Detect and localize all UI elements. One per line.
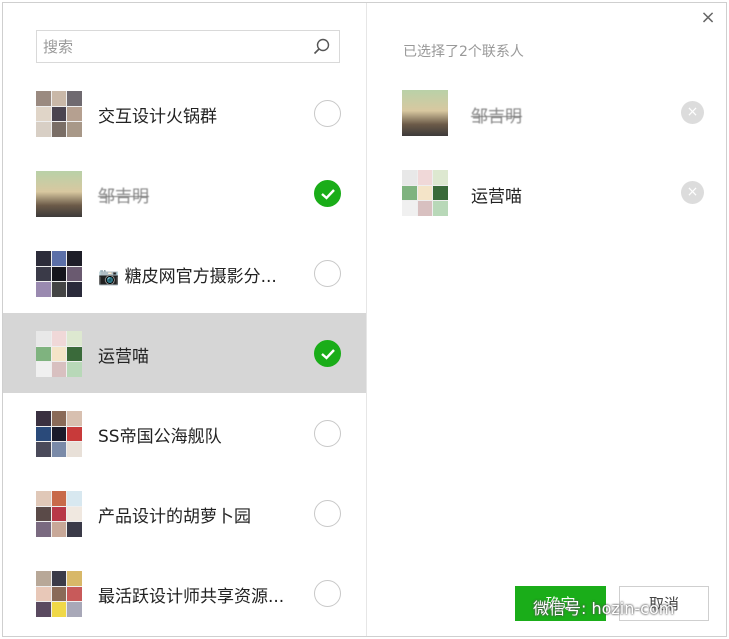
select-checkbox[interactable]: [314, 100, 341, 127]
person-avatar-icon: [402, 90, 448, 136]
contact-name: 📷 糖皮网官方摄影分...: [98, 267, 277, 287]
selected-list: 邹吉明 × 运营喵 ×: [367, 85, 727, 245]
group-avatar-icon: [402, 170, 448, 216]
selected-count-label: 已选择了2个联系人: [403, 44, 524, 60]
selected-panel: × 已选择了2个联系人 邹吉明 × 运营喵 × 确定 取消 微信号: hozin…: [367, 3, 727, 636]
select-checkbox[interactable]: [314, 500, 341, 527]
select-checkbox[interactable]: [314, 180, 341, 207]
selected-item: 运营喵 ×: [367, 165, 727, 245]
list-item[interactable]: SS帝国公海舰队: [3, 393, 366, 473]
contact-name: 产品设计的胡萝卜园: [98, 507, 251, 527]
list-item[interactable]: 最活跃设计师共享资源...: [3, 553, 366, 633]
contact-list-panel: 交互设计火锅群 邹吉明 📷 糖皮网官方: [3, 3, 367, 636]
checkmark-icon: [321, 349, 335, 360]
remove-icon[interactable]: ×: [681, 101, 704, 124]
confirm-button[interactable]: 确定: [515, 586, 606, 621]
person-avatar-icon: [36, 171, 82, 217]
search-input[interactable]: [37, 31, 307, 62]
search-box[interactable]: [36, 30, 340, 63]
contact-name: 运营喵: [98, 347, 149, 367]
select-checkbox[interactable]: [314, 260, 341, 287]
select-checkbox[interactable]: [314, 420, 341, 447]
list-item[interactable]: 📷 糖皮网官方摄影分...: [3, 233, 366, 313]
group-avatar-icon: [36, 331, 82, 377]
group-avatar-icon: [36, 571, 82, 617]
group-avatar-icon: [36, 251, 82, 297]
contact-name: 邹吉明: [98, 187, 149, 207]
select-checkbox[interactable]: [314, 340, 341, 367]
contact-list: 交互设计火锅群 邹吉明 📷 糖皮网官方摄影分... 运营喵 SS帝国公海舰队 产…: [3, 73, 366, 633]
list-item[interactable]: 邹吉明: [3, 153, 366, 233]
group-avatar-icon: [36, 411, 82, 457]
close-icon[interactable]: ×: [699, 9, 717, 27]
list-item[interactable]: 运营喵: [3, 313, 366, 393]
list-item[interactable]: 产品设计的胡萝卜园: [3, 473, 366, 553]
group-avatar-icon: [36, 491, 82, 537]
list-item[interactable]: 交互设计火锅群: [3, 73, 366, 153]
group-avatar-icon: [36, 91, 82, 137]
contact-name: 交互设计火锅群: [98, 107, 217, 127]
checkmark-icon: [321, 189, 335, 200]
search-icon[interactable]: [313, 38, 331, 56]
selected-name: 运营喵: [471, 187, 522, 207]
contact-name: 最活跃设计师共享资源...: [98, 587, 285, 607]
remove-icon[interactable]: ×: [681, 181, 704, 204]
select-checkbox[interactable]: [314, 580, 341, 607]
select-contacts-dialog: 交互设计火锅群 邹吉明 📷 糖皮网官方: [2, 2, 727, 637]
cancel-button[interactable]: 取消: [619, 586, 709, 621]
selected-name: 邹吉明: [471, 107, 522, 127]
selected-item: 邹吉明 ×: [367, 85, 727, 165]
contact-name: SS帝国公海舰队: [98, 427, 222, 447]
